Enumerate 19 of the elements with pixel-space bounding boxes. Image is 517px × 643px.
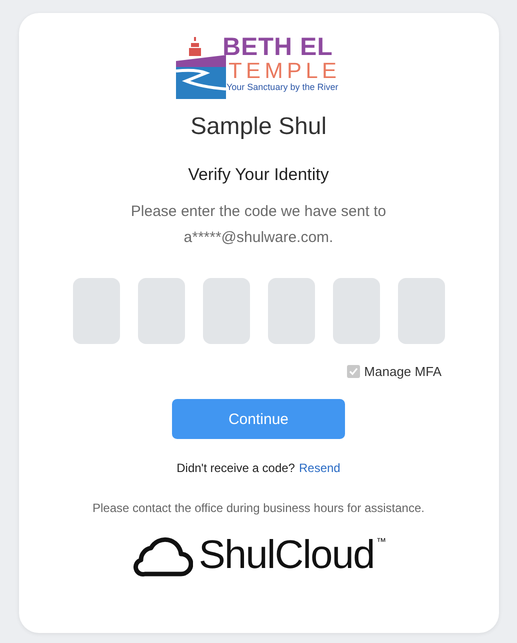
resend-link[interactable]: Resend bbox=[298, 461, 340, 475]
code-digit-field[interactable] bbox=[72, 278, 120, 344]
code-digit-field[interactable] bbox=[138, 278, 184, 344]
logo-tagline: Your Sanctuary by the River bbox=[225, 82, 340, 93]
shulcloud-logo-text: ShulCloud bbox=[198, 533, 374, 578]
page-heading: Verify Your Identity bbox=[188, 165, 329, 185]
continue-button[interactable]: Continue bbox=[172, 399, 345, 439]
logo-title: BETH EL bbox=[222, 35, 334, 60]
help-text: Please contact the office during business hours for assistance. bbox=[92, 501, 424, 515]
trademark-mark: ™ bbox=[376, 537, 386, 548]
code-digit-field[interactable] bbox=[202, 278, 250, 344]
manage-mfa-label: Manage MFA bbox=[364, 364, 442, 379]
code-digit-field[interactable] bbox=[398, 278, 444, 344]
code-digit-field[interactable] bbox=[332, 278, 380, 344]
resend-prompt: Didn't receive a code? bbox=[176, 461, 295, 475]
logo-subtitle: TEMPLE bbox=[227, 60, 341, 82]
organization-title: Sample Shul bbox=[190, 113, 327, 141]
instructions-text: Please enter the code we have sent to a*****@shulware.com. bbox=[130, 202, 388, 248]
code-digit-field[interactable] bbox=[268, 278, 314, 344]
